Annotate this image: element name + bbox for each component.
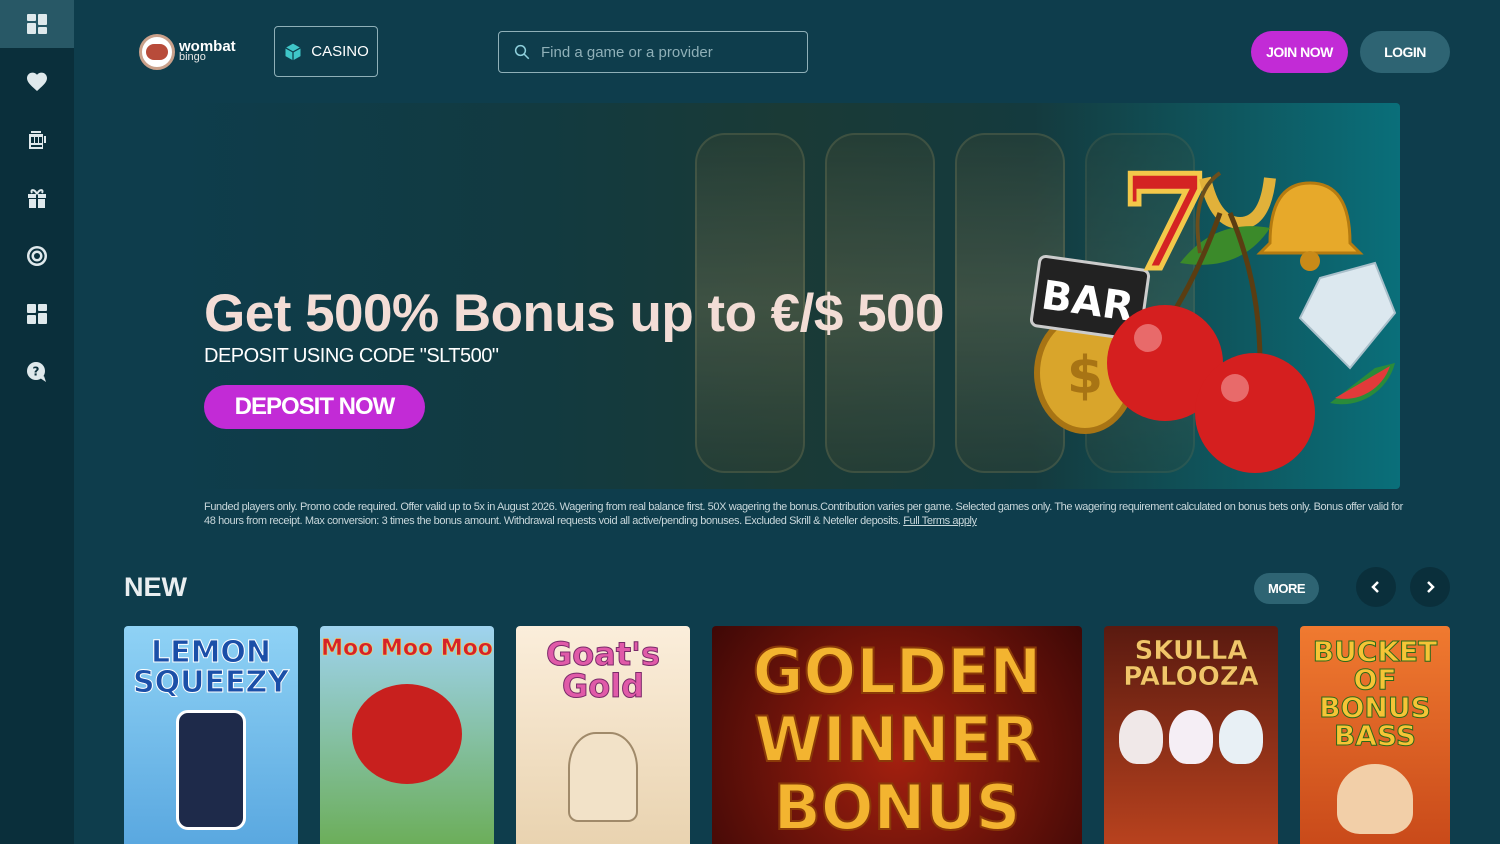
chevron-left-icon [1371, 581, 1379, 593]
heart-icon [27, 72, 47, 91]
help-chat-icon: ? [27, 362, 46, 382]
skulls-illustration [1119, 710, 1263, 764]
search-bar[interactable] [498, 31, 808, 73]
join-now-button[interactable]: JOIN NOW [1251, 31, 1348, 73]
banner-title: Get 500% Bonus up to €/$ 500 [204, 284, 945, 343]
slot-symbols-illustration: $ BAR 7 [1030, 144, 1397, 473]
casino-label: CASINO [311, 43, 369, 60]
grid-icon [27, 14, 47, 34]
svg-text:$: $ [1067, 346, 1103, 406]
terms-body: Funded players only. Promo code required… [204, 501, 1403, 527]
gift-icon [28, 189, 46, 208]
game-title: BUCKET OF BONUS BASS [1312, 635, 1438, 752]
site-logo[interactable]: wombat bingo [139, 34, 236, 70]
game-title: Moo Moo Moo [321, 636, 493, 661]
game-title: SKULLA PALOOZA [1123, 636, 1259, 692]
promo-banner[interactable]: $ BAR 7 Get 500% Bonus up to €/$ 500 DEP… [175, 103, 1400, 489]
login-button[interactable]: LOGIN [1360, 31, 1450, 73]
game-tile-goats-gold[interactable]: Goat's Gold [516, 626, 690, 844]
game-tile-lemon-squeezy[interactable]: LEMON SQUEEZY [124, 626, 298, 844]
deposit-now-button[interactable]: DEPOSIT NOW [204, 385, 425, 429]
game-tile-bucket-of-bonus-bass[interactable]: BUCKET OF BONUS BASS [1300, 626, 1450, 844]
terms-text: Funded players only. Promo code required… [204, 500, 1404, 528]
game-title: Goat's Gold [546, 635, 661, 705]
full-terms-link[interactable]: Full Terms apply [903, 515, 977, 527]
more-button[interactable]: MORE [1254, 573, 1319, 604]
sidebar-item-help[interactable]: ? [0, 348, 74, 396]
chevron-right-icon [1427, 581, 1435, 593]
bull-illustration [352, 684, 462, 784]
game-title: LEMON SQUEEZY [133, 635, 290, 700]
cube-icon [285, 43, 302, 60]
section-title-new: NEW [124, 572, 187, 602]
sidebar-item-slots[interactable] [0, 116, 74, 164]
phone-illustration [176, 710, 246, 830]
sidebar-item-promotions[interactable] [0, 174, 74, 222]
search-icon [514, 44, 530, 60]
game-tile-golden-winner-bonus[interactable]: GOLDEN WINNER BONUS [712, 626, 1082, 844]
target-icon [27, 246, 47, 266]
goat-illustration [568, 732, 638, 822]
slot-machine-icon [29, 131, 46, 149]
game-tile-skulla-palooza[interactable]: SKULLA PALOOZA [1104, 626, 1278, 844]
sidebar-item-live[interactable] [0, 232, 74, 280]
wombat-logo-icon [139, 34, 175, 70]
casino-button[interactable]: CASINO [274, 26, 378, 77]
svg-text:?: ? [33, 365, 40, 379]
game-tile-moo-moo-moo[interactable]: Moo Moo Moo [320, 626, 494, 844]
tiles-icon [27, 304, 47, 324]
sidebar: ? [0, 0, 74, 844]
search-input[interactable] [541, 43, 801, 61]
carousel-next-button[interactable] [1410, 567, 1450, 607]
fisherman-illustration [1337, 764, 1413, 834]
sidebar-item-favourites[interactable] [0, 58, 74, 106]
sidebar-item-dashboard[interactable] [0, 0, 74, 48]
sidebar-item-categories[interactable] [0, 290, 74, 338]
carousel-prev-button[interactable] [1356, 567, 1396, 607]
banner-subtitle: DEPOSIT USING CODE "SLT500" [204, 345, 499, 367]
game-title: GOLDEN WINNER BONUS [752, 635, 1043, 844]
